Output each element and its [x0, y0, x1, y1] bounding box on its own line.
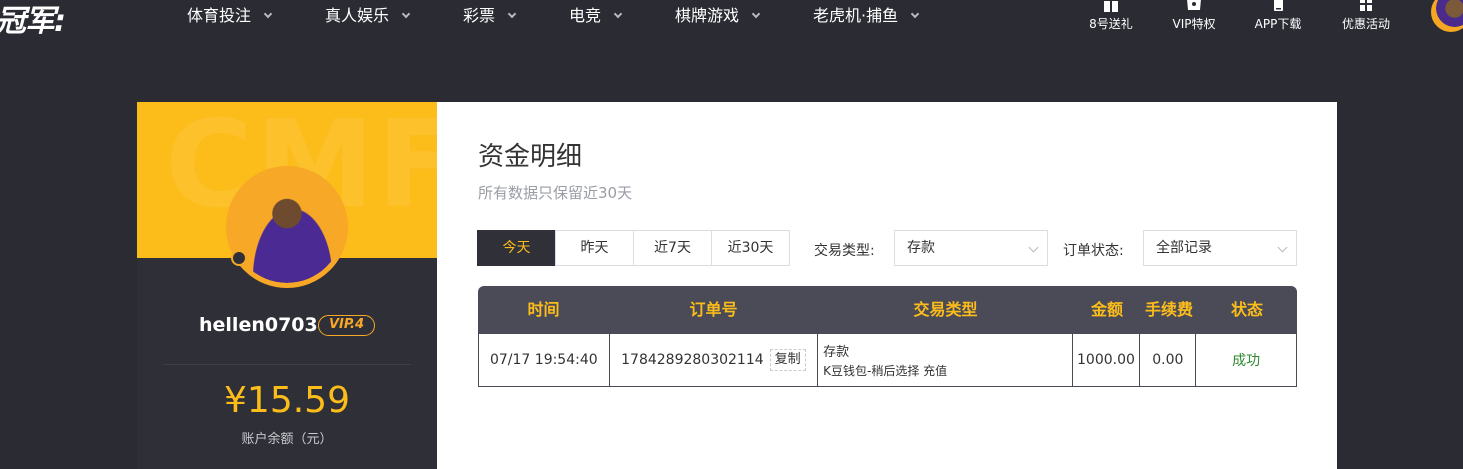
cell-amount: 1000.00 — [1073, 334, 1141, 386]
header-fee: 手续费 — [1144, 300, 1193, 319]
cell-status: 成功 — [1196, 334, 1296, 386]
username: hellen0703 — [199, 314, 318, 336]
profile-sidebar: CMF hellen0703 VIP.4 ¥15.59 账户余额（元） — [137, 102, 437, 469]
copy-button[interactable]: 复制 — [769, 349, 806, 371]
table-row: 07/17 19:54:40 1784289280302114 复制 存款 K豆… — [478, 334, 1297, 387]
order-status-value: 全部记录 — [1156, 240, 1212, 256]
chevron-down-icon — [613, 9, 623, 19]
user-avatar[interactable] — [1431, 0, 1463, 32]
header-time: 时间 — [527, 300, 560, 319]
divider — [163, 364, 411, 365]
date-range-tabs: 今天 昨天 近7天 近30天 — [477, 230, 790, 266]
chevron-down-icon — [401, 9, 411, 19]
gift-icon — [1104, 1, 1118, 12]
fund-details-panel: 资金明细 所有数据只保留近30天 今天 昨天 近7天 近30天 交易类型: 存款… — [437, 102, 1337, 469]
table-header: 时间 订单号 交易类型 金额 手续费 状态 — [478, 286, 1297, 334]
cell-fee: 0.00 — [1140, 334, 1197, 386]
gift-label: 8号送礼 — [1089, 17, 1133, 31]
nav-label: 电竞 — [569, 6, 602, 25]
order-number: 1784289280302114 — [621, 352, 764, 368]
top-navigation: 冠军: 体育投注 真人娱乐 彩票 电竞 棋牌游戏 老虎机·捕鱼 8号送礼 VIP… — [0, 0, 1463, 48]
cell-order-no: 1784289280302114 复制 — [610, 334, 819, 386]
balance-label: 账户余额（元） — [241, 432, 333, 447]
chevron-down-icon — [751, 9, 761, 19]
order-status-label: 订单状态: — [1063, 243, 1124, 259]
header-order-no: 订单号 — [689, 300, 738, 319]
avatar-image — [231, 171, 343, 283]
tab-last-30-days[interactable]: 近30天 — [711, 230, 790, 266]
nav-label: 真人娱乐 — [325, 6, 390, 25]
nav-esports[interactable]: 电竞 — [569, 2, 623, 26]
chevron-down-icon — [1277, 242, 1288, 253]
page-title: 资金明细 — [478, 142, 583, 172]
nav-sports[interactable]: 体育投注 — [187, 2, 273, 26]
nav-label: 棋牌游戏 — [675, 6, 740, 25]
vip-level-badge: VIP.4 — [318, 315, 375, 336]
chevron-down-icon — [910, 9, 920, 19]
vip-link[interactable]: VIP特权 — [1168, 0, 1220, 32]
app-download-link[interactable]: APP下载 — [1252, 0, 1304, 32]
site-logo[interactable]: 冠军: — [0, 0, 66, 40]
transaction-type-label: 交易类型: — [814, 243, 875, 259]
nav-lottery[interactable]: 彩票 — [463, 2, 517, 26]
transactions-table: 时间 订单号 交易类型 金额 手续费 状态 07/17 19:54:40 178… — [478, 286, 1297, 387]
nav-card-games[interactable]: 棋牌游戏 — [675, 2, 761, 26]
phone-icon — [1274, 0, 1283, 11]
header-status: 状态 — [1230, 300, 1263, 319]
app-label: APP下载 — [1254, 17, 1302, 31]
grid-icon — [1360, 0, 1372, 11]
cell-time: 07/17 19:54:40 — [479, 334, 610, 386]
nav-live-casino[interactable]: 真人娱乐 — [325, 2, 411, 26]
transaction-detail: K豆钱包-稍后选择 充值 — [823, 364, 948, 378]
order-status-select[interactable]: 全部记录 — [1143, 230, 1297, 266]
header-transaction-type: 交易类型 — [913, 300, 978, 319]
nav-label: 老虎机·捕鱼 — [813, 6, 899, 25]
page-subtitle: 所有数据只保留近30天 — [478, 184, 633, 202]
header-amount: 金额 — [1090, 300, 1123, 319]
nav-label: 体育投注 — [187, 6, 252, 25]
chevron-down-icon — [1028, 242, 1039, 253]
avatar-badge-icon — [231, 250, 247, 266]
transaction-type-value: 存款 — [907, 240, 935, 256]
transaction-type: 存款 — [823, 345, 850, 360]
promotions-link[interactable]: 优惠活动 — [1340, 0, 1392, 32]
status-badge: 成功 — [1232, 353, 1261, 369]
nav-label: 彩票 — [463, 6, 496, 25]
account-balance: ¥15.59 — [224, 380, 350, 421]
crown-icon — [1187, 0, 1201, 10]
transaction-type-select[interactable]: 存款 — [894, 230, 1048, 266]
promotions-label: 优惠活动 — [1341, 17, 1390, 31]
profile-avatar[interactable] — [226, 166, 348, 288]
chevron-down-icon — [507, 9, 517, 19]
nav-slots-fishing[interactable]: 老虎机·捕鱼 — [813, 2, 920, 26]
tab-today[interactable]: 今天 — [477, 230, 556, 266]
tab-yesterday[interactable]: 昨天 — [555, 230, 634, 266]
gift-link[interactable]: 8号送礼 — [1086, 0, 1136, 32]
chevron-down-icon — [263, 9, 273, 19]
vip-label: VIP特权 — [1172, 17, 1216, 31]
cell-transaction-type: 存款 K豆钱包-稍后选择 充值 — [818, 334, 1073, 386]
tab-last-7-days[interactable]: 近7天 — [633, 230, 712, 266]
